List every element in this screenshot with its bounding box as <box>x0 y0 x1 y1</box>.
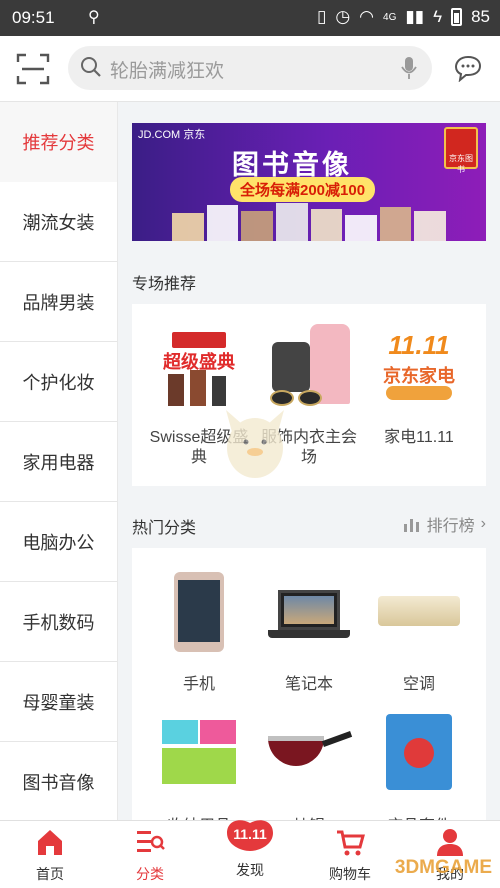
category-content: JD.COM 京东 图书音像 全场每满200减100 京东图书 专场推荐 超级盛… <box>118 102 500 820</box>
wok-image <box>264 714 354 794</box>
home-icon <box>38 830 62 855</box>
sidebar-item-label: 潮流女装 <box>22 212 95 233</box>
ranking-link[interactable]: 排行榜 › <box>403 512 486 536</box>
tab-category[interactable]: 分类 <box>100 827 200 884</box>
sidebar-item-label: 家用电器 <box>22 452 95 473</box>
tab-home[interactable]: 首页 <box>0 827 100 884</box>
air-conditioner-image <box>374 572 464 652</box>
sidebar-item-label: 推荐分类 <box>22 133 95 153</box>
sidebar-item-appliances[interactable]: 家用电器 <box>0 422 117 502</box>
discover-icon: 11.11 <box>227 820 273 851</box>
cart-icon <box>337 830 365 856</box>
tab-cart[interactable]: 购物车 <box>300 827 400 884</box>
alarm-icon: ◷ <box>335 7 351 26</box>
hot-item-wok[interactable]: 炒锅 <box>254 714 364 820</box>
laptop-image <box>264 572 354 652</box>
featured-item-label: 家电11.11 <box>384 429 454 446</box>
sidebar-item-label: 电脑办公 <box>22 532 95 553</box>
sidebar-item-baby[interactable]: 母婴童装 <box>0 662 117 742</box>
banner-promo: 全场每满200减100 <box>230 177 376 202</box>
hot-section-title: 热门分类 <box>132 520 197 537</box>
phone-image <box>154 572 244 652</box>
profile-icon <box>437 829 463 856</box>
tab-label: 发现 <box>236 862 264 878</box>
battery-icon <box>451 8 463 26</box>
status-time: 09:51 <box>12 8 55 27</box>
usb-icon: ⚲ <box>88 9 100 26</box>
sidebar-item-computers[interactable]: 电脑办公 <box>0 502 117 582</box>
hot-item-laptop[interactable]: 笔记本 <box>254 572 364 694</box>
hot-item-bedding[interactable]: 床品套件 <box>364 714 474 820</box>
search-header: 轮胎满减狂欢 <box>0 36 500 102</box>
sidebar-item-recommended[interactable]: 推荐分类 <box>0 102 117 182</box>
tab-label: 首页 <box>36 866 64 882</box>
category-sidebar: 推荐分类 潮流女装 品牌男装 个护化妆 家用电器 电脑办公 手机数码 母婴童装 … <box>0 102 118 822</box>
microphone-icon[interactable] <box>400 56 418 80</box>
status-icons: ▯ ◷ ◠ 4G ▮▮ ϟ 85 <box>317 7 490 27</box>
sidebar-item-label: 手机数码 <box>22 612 95 633</box>
sidebar-item-phones[interactable]: 手机数码 <box>0 582 117 662</box>
promo-banner[interactable]: JD.COM 京东 图书音像 全场每满200减100 京东图书 <box>132 123 486 241</box>
charging-icon: ϟ <box>433 7 443 26</box>
storage-box-image <box>154 714 244 794</box>
message-icon[interactable] <box>454 54 482 82</box>
hot-item-label: 床品套件 <box>364 812 474 820</box>
site-watermark: 3DMGAME <box>394 857 492 878</box>
sidebar-item-label: 母婴童装 <box>22 692 95 713</box>
bedding-image <box>374 714 464 794</box>
appliance-promo-image: 11.11 京东家电 <box>374 324 464 414</box>
hot-item-storage[interactable]: 收纳用品 <box>144 714 254 820</box>
featured-card: 超级盛典 Swisse超级盛典 服饰内衣主会场 11.11 京东家电 家电11.… <box>132 304 486 486</box>
hot-categories-card: 手机 笔记本 空调 收纳用品 <box>132 548 486 820</box>
search-placeholder: 轮胎满减狂欢 <box>110 61 225 82</box>
swisse-product-image: 超级盛典 <box>154 324 244 414</box>
ranking-label: 排行榜 <box>426 518 475 535</box>
category-icon <box>137 831 165 852</box>
signal-icon: ▮▮ <box>405 7 425 26</box>
sidebar-item-beauty[interactable]: 个护化妆 <box>0 342 117 422</box>
hot-item-label: 空调 <box>402 676 435 693</box>
mascot-watermark-image <box>226 410 284 478</box>
sidebar-item-label: 个护化妆 <box>22 372 95 393</box>
wifi-icon: ◠ <box>359 7 375 26</box>
sidebar-item-men-fashion[interactable]: 品牌男装 <box>0 262 117 342</box>
vibrate-icon: ▯ <box>316 7 327 26</box>
sidebar-item-label: 图书音像 <box>22 772 95 793</box>
svg-text:11.11: 11.11 <box>233 826 267 842</box>
tab-label: 分类 <box>136 866 164 882</box>
featured-section-title: 专场推荐 <box>132 276 197 293</box>
hot-item-label: 笔记本 <box>284 676 333 693</box>
search-icon <box>81 57 101 77</box>
featured-item-appliances[interactable]: 11.11 京东家电 家电11.11 <box>364 324 474 448</box>
tab-discover[interactable]: 11.11 发现 <box>200 820 300 880</box>
tab-label: 购物车 <box>329 866 371 882</box>
sidebar-item-women-fashion[interactable]: 潮流女装 <box>0 182 117 262</box>
hot-item-label: 手机 <box>182 676 215 693</box>
search-input[interactable]: 轮胎满减狂欢 <box>68 46 432 90</box>
network-type: 4G <box>383 11 397 23</box>
apparel-product-image <box>264 324 354 414</box>
hot-item-air-conditioner[interactable]: 空调 <box>364 572 474 694</box>
banner-badge: 京东图书 <box>444 127 478 174</box>
sidebar-item-books[interactable]: 图书音像 <box>0 742 117 822</box>
banner-brand: JD.COM 京东 <box>138 129 206 141</box>
sidebar-item-label: 品牌男装 <box>22 292 95 313</box>
status-bar: 09:51 ⚲ ▯ ◷ ◠ 4G ▮▮ ϟ 85 <box>0 0 500 36</box>
banner-books-image <box>132 201 486 241</box>
bar-chart-icon <box>403 519 419 532</box>
hot-item-phone[interactable]: 手机 <box>144 572 254 694</box>
chevron-right-icon: › <box>480 515 486 532</box>
scan-icon[interactable] <box>16 53 50 85</box>
battery-level: 85 <box>471 7 490 26</box>
